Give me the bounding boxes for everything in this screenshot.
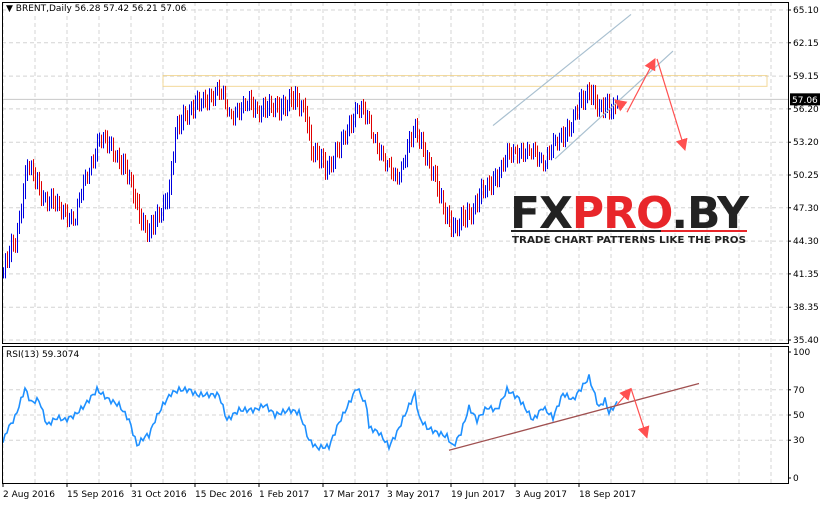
rsi-header: RSI(13) 59.3074 bbox=[6, 350, 80, 360]
price-axis-label: 41.35 bbox=[793, 270, 819, 280]
logo-tagline: TRADE CHART PATTERNS LIKE THE PROS bbox=[512, 235, 746, 246]
logo-underline-red bbox=[661, 230, 747, 232]
price-axis-label: 47.30 bbox=[793, 204, 819, 214]
date-axis-label: 15 Sep 2016 bbox=[67, 490, 124, 500]
date-axis-label: 15 Dec 2016 bbox=[195, 490, 253, 500]
price-axis-label: 53.20 bbox=[793, 138, 819, 148]
current-price-label: 57.06 bbox=[792, 96, 818, 106]
price-axis-label: 65.10 bbox=[793, 6, 819, 16]
rsi-axis-label: 100 bbox=[793, 348, 810, 358]
chart-header: ▼ BRENT,Daily 56.28 57.42 56.21 57.06 bbox=[6, 4, 187, 14]
rsi-projection-arrow bbox=[630, 388, 650, 439]
price-axis-label: 44.30 bbox=[793, 237, 819, 247]
date-axis-label: 17 Mar 2017 bbox=[323, 490, 380, 500]
projection-arrow bbox=[626, 58, 656, 113]
date-axis-label: 18 Sep 2017 bbox=[579, 490, 636, 500]
triangle-down-icon[interactable]: ▼ bbox=[6, 4, 13, 14]
price-axis-label: 62.15 bbox=[793, 39, 819, 49]
rsi-axis-label: 30 bbox=[793, 436, 805, 446]
logo-underline-dark bbox=[511, 230, 661, 232]
date-axis-label: 2 Aug 2016 bbox=[3, 490, 55, 500]
symbol-label: BRENT,Daily bbox=[15, 4, 72, 14]
date-axis-label: 3 Aug 2017 bbox=[515, 490, 567, 500]
fxpro-logo: FXPRO.BYTRADE CHART PATTERNS LIKE THE PR… bbox=[510, 188, 751, 246]
chart-canvas: FXPRO.BYTRADE CHART PATTERNS LIKE THE PR… bbox=[2, 2, 820, 500]
date-axis-label: 3 May 2017 bbox=[387, 490, 440, 500]
rsi-axis-label: 50 bbox=[793, 411, 805, 421]
ohlc-values: 56.28 57.42 56.21 57.06 bbox=[74, 4, 187, 14]
date-axis-label: 31 Oct 2016 bbox=[131, 490, 187, 500]
projection-arrow bbox=[656, 58, 688, 151]
price-axis-label: 50.25 bbox=[793, 171, 819, 181]
price-axis-label: 59.15 bbox=[793, 72, 819, 82]
price-axis-label: 56.20 bbox=[793, 105, 819, 115]
resistance-zone bbox=[162, 75, 768, 87]
date-axis-label: 1 Feb 2017 bbox=[259, 490, 309, 500]
rsi-axis-label: 0 bbox=[793, 474, 799, 484]
price-axis-label: 35.40 bbox=[793, 336, 819, 346]
rsi-line bbox=[2, 374, 618, 452]
rsi-axis-label: 70 bbox=[793, 386, 805, 396]
price-axis-label: 38.35 bbox=[793, 303, 819, 313]
date-axis-label: 19 Jun 2017 bbox=[451, 490, 505, 500]
